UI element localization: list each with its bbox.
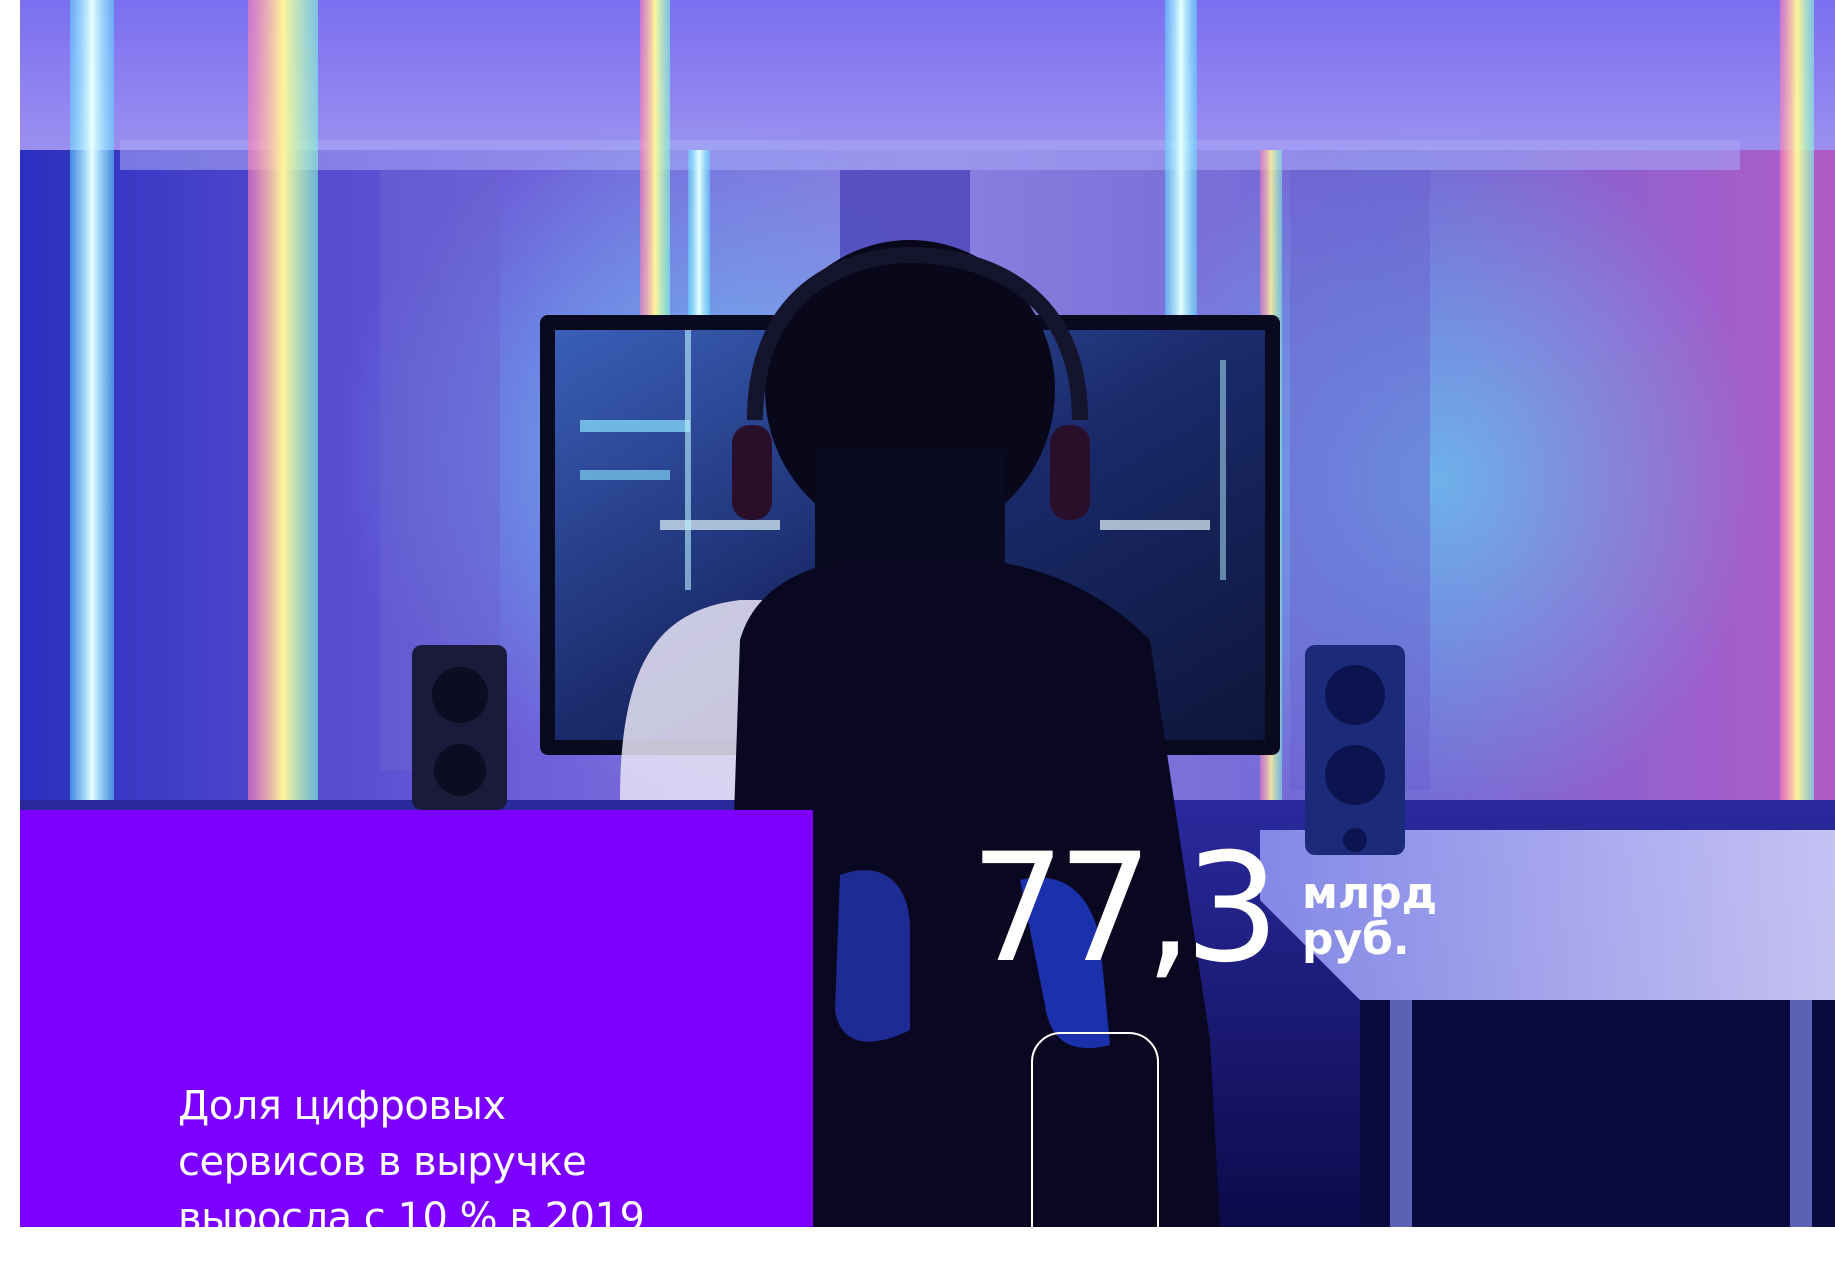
outline-frame [1031,1032,1159,1272]
caption-text: Доля цифровых сервисов в выручке выросла… [178,1078,778,1246]
revenue-stat: 77,3 млрд руб. [970,834,1437,994]
stat-unit-line-2: руб. [1301,914,1410,965]
caption-line-1: Доля цифровых [178,1083,506,1129]
caption-line-3: выросла с 10 % в 2019 [178,1195,645,1241]
caption-line-2: сервисов в выручке [178,1139,587,1185]
stat-unit-line-1: млрд [1301,868,1438,919]
caption-panel: Доля цифровых сервисов в выручке выросла… [20,810,813,1241]
stat-value: 77,3 [970,822,1280,996]
stat-unit: млрд руб. [1302,871,1437,963]
